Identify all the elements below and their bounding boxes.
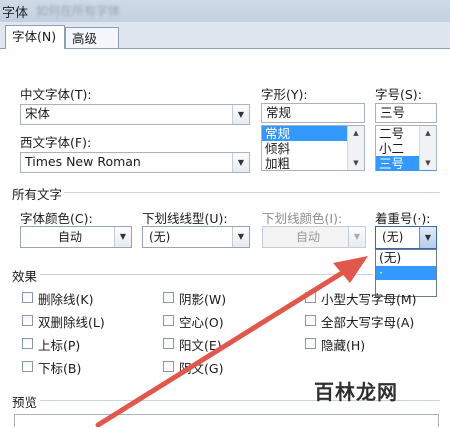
watermark: 百林龙网 (314, 380, 398, 404)
tab-font[interactable]: 字体(N) (5, 25, 65, 49)
annotation-arrow-icon (95, 256, 368, 427)
